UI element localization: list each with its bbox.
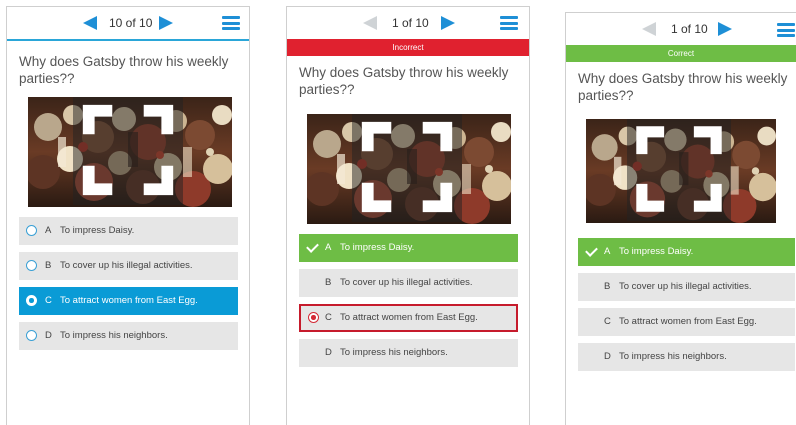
status-banner-correct: Correct	[566, 45, 796, 62]
answer-option-d[interactable]: D To impress his neighbors.	[19, 322, 238, 350]
expand-icon[interactable]	[586, 119, 774, 221]
answer-option-b[interactable]: B To cover up his illegal activities.	[578, 273, 795, 301]
arrow-left-icon[interactable]	[642, 22, 656, 36]
quiz-navbar: 1 of 10	[566, 13, 796, 45]
radio-icon	[26, 330, 37, 341]
answer-option-d[interactable]: D To impress his neighbors.	[578, 343, 795, 371]
arrow-right-icon[interactable]	[159, 16, 173, 30]
answer-option-a[interactable]: A To impress Daisy.	[299, 234, 518, 262]
question-counter: 10 of 10	[109, 16, 153, 30]
question-image	[586, 119, 776, 223]
answer-option-b[interactable]: B To cover up his illegal activities.	[19, 252, 238, 280]
arrow-left-icon[interactable]	[83, 16, 97, 30]
quiz-screen-question: 10 of 10 Why does Gatsby throw his weekl…	[6, 6, 250, 425]
question-text: Why does Gatsby throw his weekly parties…	[19, 54, 229, 86]
answer-list: A To impress Daisy. B To cover up his il…	[299, 234, 518, 374]
question-text: Why does Gatsby throw his weekly parties…	[578, 71, 788, 103]
question-image	[307, 114, 511, 224]
answer-list: A To impress Daisy. B To cover up his il…	[19, 217, 238, 357]
question-image	[28, 97, 232, 207]
quiz-screen-incorrect: 1 of 10 Incorrect Why does Gatsby throw …	[286, 6, 530, 425]
radio-icon	[26, 225, 37, 236]
arrow-left-icon[interactable]	[363, 16, 377, 30]
question-counter: 1 of 10	[392, 16, 429, 30]
hamburger-menu-icon[interactable]	[777, 23, 795, 37]
hamburger-menu-icon[interactable]	[222, 16, 240, 30]
radio-icon	[26, 260, 37, 271]
answer-option-d[interactable]: D To impress his neighbors.	[299, 339, 518, 367]
status-banner-incorrect: Incorrect	[287, 39, 529, 56]
quiz-navbar: 10 of 10	[7, 7, 249, 41]
radio-icon	[308, 312, 319, 323]
arrow-right-icon[interactable]	[718, 22, 732, 36]
radio-icon	[26, 295, 37, 306]
checkmark-icon	[306, 240, 319, 253]
hamburger-menu-icon[interactable]	[500, 16, 518, 30]
question-counter: 1 of 10	[671, 22, 708, 36]
answer-option-b[interactable]: B To cover up his illegal activities.	[299, 269, 518, 297]
expand-icon[interactable]	[28, 97, 230, 205]
answer-option-c[interactable]: C To attract women from East Egg.	[299, 304, 518, 332]
expand-icon[interactable]	[307, 114, 509, 222]
answer-list: A To impress Daisy. B To cover up his il…	[578, 238, 795, 378]
answer-option-c[interactable]: C To attract women from East Egg.	[578, 308, 795, 336]
question-text: Why does Gatsby throw his weekly parties…	[299, 65, 509, 97]
quiz-navbar: 1 of 10	[287, 7, 529, 39]
answer-option-a[interactable]: A To impress Daisy.	[578, 238, 795, 266]
checkmark-icon	[585, 244, 598, 257]
answer-option-a[interactable]: A To impress Daisy.	[19, 217, 238, 245]
quiz-screen-correct: 1 of 10 Correct Why does Gatsby throw hi…	[565, 12, 796, 425]
answer-option-c[interactable]: C To attract women from East Egg.	[19, 287, 238, 315]
arrow-right-icon[interactable]	[441, 16, 455, 30]
